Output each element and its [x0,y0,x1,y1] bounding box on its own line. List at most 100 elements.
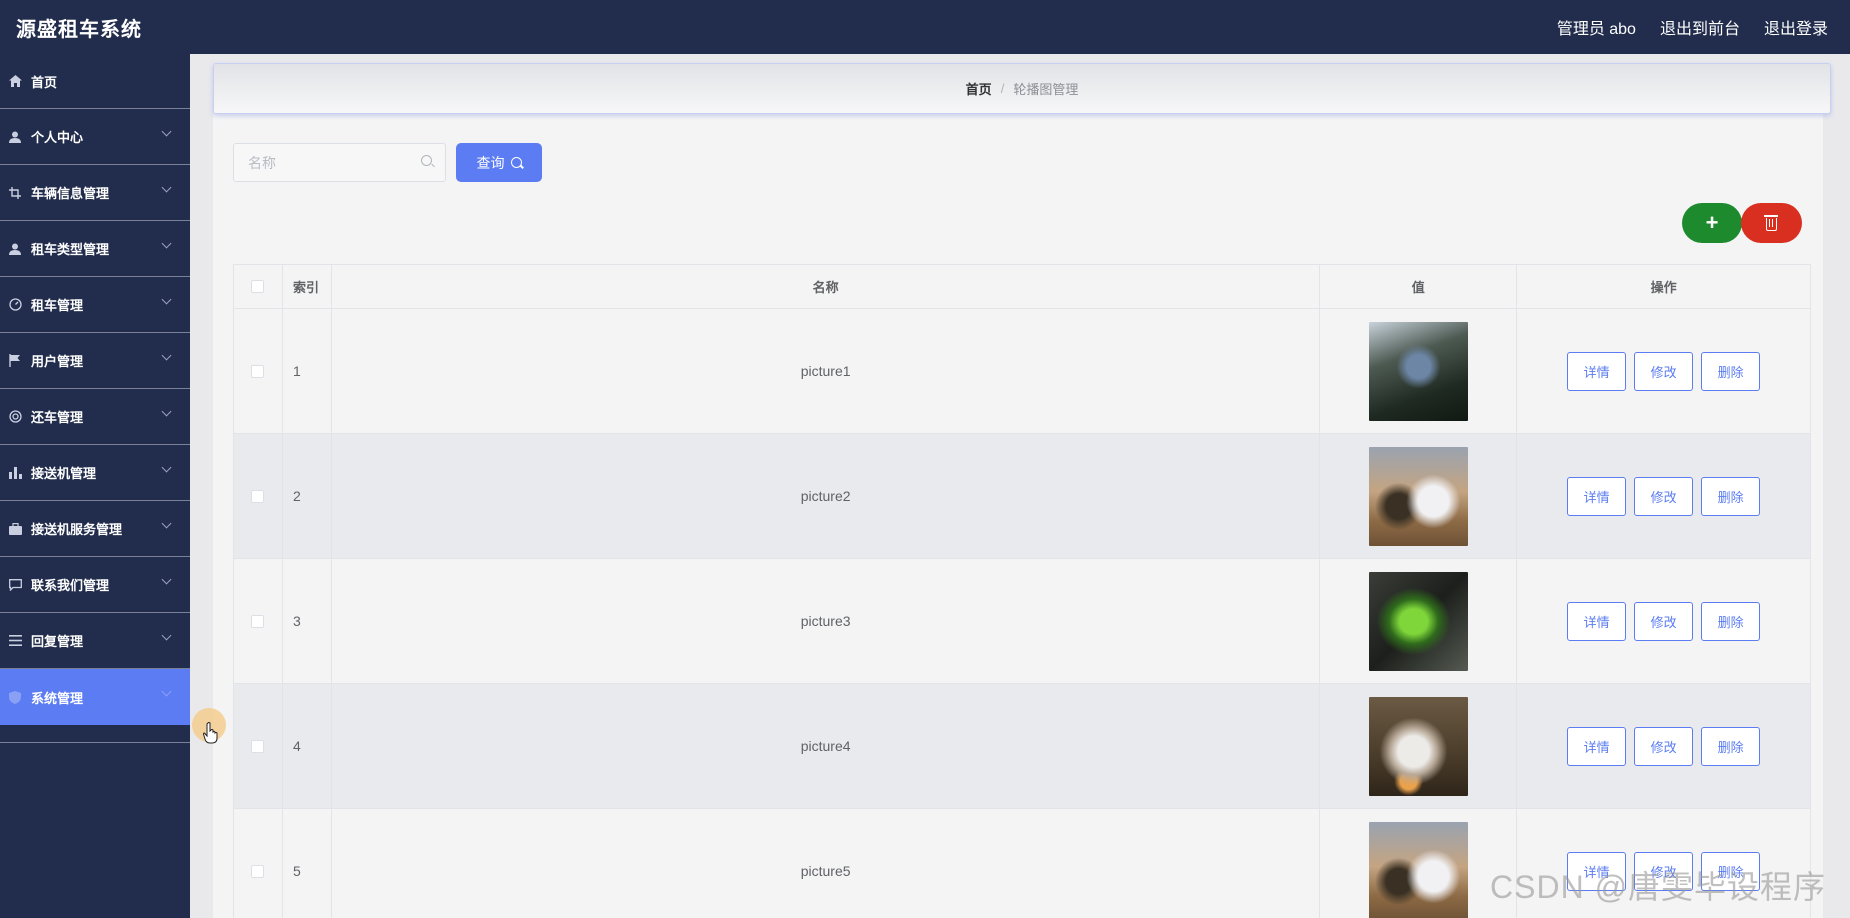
edit-button[interactable]: 修改 [1634,351,1694,391]
delete-button[interactable]: 删除 [1701,351,1761,391]
chevron-down-icon [161,238,172,249]
sidebar-item-label: 用户管理 [31,354,84,369]
row-name: picture1 [332,309,1321,433]
row-checkbox[interactable] [251,364,265,378]
sidebar-item-label: 系统管理 [31,690,84,706]
sidebar-item-rental[interactable]: 租车管理 [0,277,190,333]
delete-button[interactable]: 删除 [1701,601,1761,641]
chevron-down-icon [161,462,172,473]
flag-icon [8,354,22,368]
car-thumbnail [1368,696,1468,796]
sidebar-item-label: 接送机管理 [31,466,97,481]
select-all-checkbox[interactable] [251,280,265,293]
sidebar-item-label: 个人中心 [31,130,84,145]
sidebar-item-vehicle-info[interactable]: 车辆信息管理 [0,165,190,221]
header-name: 名称 [332,265,1321,308]
row-checkbox[interactable] [251,614,265,628]
sidebar-divider [0,725,190,743]
table-row: 1 picture1 详情 修改 删除 [234,309,1811,434]
header-ops: 操作 [1517,265,1811,308]
plus-icon: + [1705,210,1719,235]
trash-icon [1764,215,1778,231]
table-header-row: 索引 名称 值 操作 [234,265,1811,309]
detail-button[interactable]: 详情 [1567,476,1627,516]
sidebar-item-return[interactable]: 还车管理 [0,389,190,445]
header-value: 值 [1320,265,1518,308]
sidebar: 首页 个人中心 车辆信息管理 租车类型管理 租车管理 用户管理 还车管理 接送机… [0,54,190,918]
add-button[interactable]: + [1682,203,1742,243]
sidebar-item-users[interactable]: 用户管理 [0,333,190,389]
sidebar-item-label: 租车类型管理 [31,242,110,257]
search-icon [421,155,432,166]
sidebar-item-system[interactable]: 系统管理 [0,669,190,725]
banner-table: 索引 名称 值 操作 1 picture1 详情 修改 删除 2 picture… [233,264,1811,918]
row-name: picture5 [332,809,1321,918]
detail-button[interactable]: 详情 [1567,726,1627,766]
sidebar-item-personal-center[interactable]: 个人中心 [0,109,190,165]
bar-chart-icon [8,466,22,480]
row-index: 4 [283,684,332,808]
sidebar-item-label: 联系我们管理 [31,578,110,593]
home-icon [8,74,22,88]
watermark: CSDN @唐雯毕设程序 [1490,869,1827,905]
crop-icon [8,186,22,200]
sidebar-item-label: 首页 [31,74,58,90]
row-index: 5 [283,809,332,918]
breadcrumb: 首页 / 轮播图管理 [213,63,1831,114]
row-index: 2 [283,434,332,558]
breadcrumb-separator: / [1000,81,1005,96]
user-icon [8,130,22,144]
detail-button[interactable]: 详情 [1567,601,1627,641]
shield-icon [8,690,22,704]
edit-button[interactable]: 修改 [1634,726,1694,766]
breadcrumb-current: 轮播图管理 [1013,82,1079,97]
chevron-down-icon [161,630,172,641]
table-row: 4 picture4 详情 修改 删除 [234,684,1811,809]
sidebar-item-airport-service[interactable]: 接送机服务管理 [0,501,190,557]
sidebar-item-contact[interactable]: 联系我们管理 [0,557,190,613]
delete-button[interactable]: 删除 [1701,476,1761,516]
sidebar-item-airport-pickup[interactable]: 接送机管理 [0,445,190,501]
row-checkbox[interactable] [251,739,265,753]
chevron-down-icon [161,518,172,529]
logout-link[interactable]: 退出登录 [1764,15,1828,39]
header-index: 索引 [283,265,332,308]
breadcrumb-home[interactable]: 首页 [966,79,992,98]
query-button[interactable]: 查询 [456,143,542,182]
sidebar-item-label: 回复管理 [31,634,84,649]
header-actions: 管理员 abo 退出到前台 退出登录 [1557,15,1828,39]
chevron-down-icon [161,350,172,361]
exit-to-front-link[interactable]: 退出到前台 [1660,15,1740,39]
search-input[interactable] [233,143,446,182]
row-checkbox[interactable] [251,864,265,878]
message-icon [8,578,22,592]
lifebuoy-icon [8,410,22,424]
detail-button[interactable]: 详情 [1567,351,1627,391]
sidebar-item-replies[interactable]: 回复管理 [0,613,190,669]
sidebar-item-rental-type[interactable]: 租车类型管理 [0,221,190,277]
table-row: 2 picture2 详情 修改 删除 [234,434,1811,559]
top-bar: 源盛租车系统 管理员 abo 退出到前台 退出登录 [0,0,1850,54]
row-index: 1 [283,309,332,433]
car-thumbnail [1368,446,1468,546]
app-title: 源盛租车系统 [16,19,142,41]
row-index: 3 [283,559,332,683]
chevron-down-icon [161,182,172,193]
chevron-down-icon [161,126,172,137]
car-thumbnail [1368,571,1468,671]
user-icon [8,242,22,256]
sidebar-item-label: 还车管理 [31,410,84,425]
row-name: picture4 [332,684,1321,808]
row-name: picture3 [332,559,1321,683]
search-icon [510,157,522,168]
edit-button[interactable]: 修改 [1634,601,1694,641]
row-name: picture2 [332,434,1321,558]
edit-button[interactable]: 修改 [1634,476,1694,516]
admin-name: 管理员 abo [1556,21,1636,38]
delete-button[interactable]: 删除 [1701,726,1761,766]
batch-delete-button[interactable] [1741,203,1802,243]
row-checkbox[interactable] [251,489,265,503]
chevron-down-icon [161,406,172,417]
sidebar-item-home[interactable]: 首页 [0,54,190,109]
query-button-label: 查询 [476,154,505,171]
